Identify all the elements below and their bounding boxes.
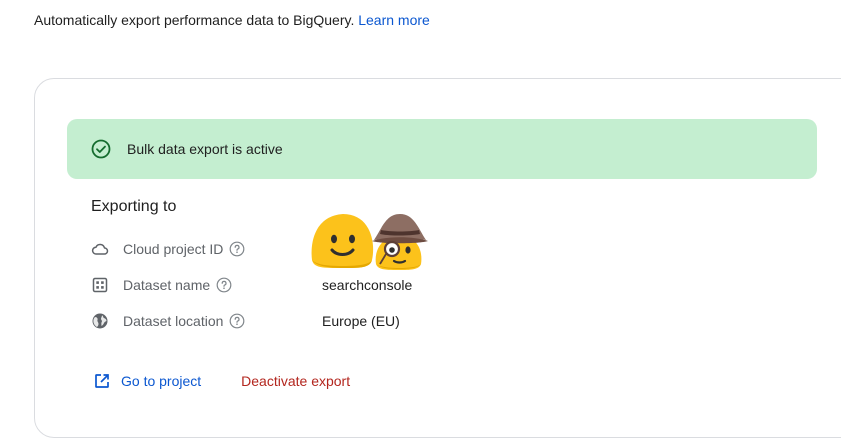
open-external-icon [93,372,111,390]
cloud-project-id-row: Cloud project ID [91,237,245,261]
go-to-project-label: Go to project [121,373,202,389]
learn-more-link[interactable]: Learn more [358,12,430,28]
action-bar: Go to project Deactivate export [93,372,350,390]
help-icon[interactable] [229,241,245,257]
dataset-name-label: Dataset name [123,277,211,293]
dataset-location-value: Europe (EU) [322,313,400,329]
intro-text: Automatically export performance data to… [34,12,430,28]
dataset-grid-icon [91,276,109,294]
help-icon[interactable] [216,277,232,293]
globe-icon [91,312,109,330]
dataset-name-row: Dataset name [91,273,232,297]
status-banner-text: Bulk data export is active [127,141,283,157]
dataset-location-label: Dataset location [123,313,224,329]
help-icon[interactable] [229,313,245,329]
exporting-to-title: Exporting to [91,198,177,215]
deactivate-export-button[interactable]: Deactivate export [241,373,350,389]
dataset-name-value: searchconsole [322,277,413,293]
cloud-project-id-label: Cloud project ID [123,241,224,257]
intro-description: Automatically export performance data to… [34,12,355,28]
cloud-icon [91,240,109,258]
status-banner: Bulk data export is active [67,119,817,179]
redaction-emoji-image [310,208,428,270]
check-circle-icon [91,139,111,159]
dataset-location-row: Dataset location [91,309,245,333]
go-to-project-button[interactable]: Go to project [93,372,201,390]
